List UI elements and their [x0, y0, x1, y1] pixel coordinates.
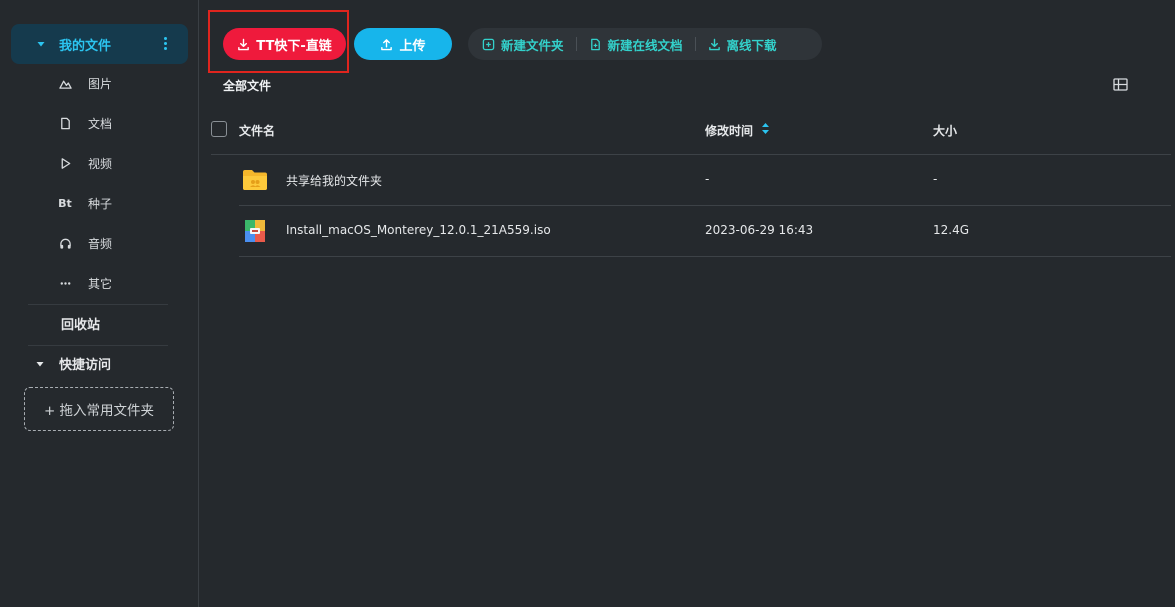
- sidebar-item-torrents[interactable]: Bt 种子: [55, 183, 175, 223]
- new-folder-label: 新建文件夹: [501, 37, 564, 53]
- image-icon: [55, 75, 75, 91]
- offline-download-button[interactable]: 离线下载: [708, 35, 777, 54]
- sort-icon[interactable]: [761, 122, 770, 135]
- file-name[interactable]: Install_macOS_Monterey_12.0.1_21A559.iso: [286, 223, 551, 237]
- app-root: 我的文件 图片 文档 视频 Bt 种子 音频 其它 回收站 快捷访问 + 拖入常…: [0, 0, 1175, 607]
- sidebar-item-label: 其它: [88, 276, 113, 291]
- video-play-icon: [55, 155, 75, 171]
- divider: [28, 345, 168, 346]
- separator: [694, 37, 696, 51]
- sidebar-item-label: 种子: [88, 196, 113, 211]
- file-plus-icon: [590, 38, 600, 50]
- archive-file-icon: [245, 220, 265, 242]
- download-icon: [238, 38, 250, 50]
- breadcrumb[interactable]: 全部文件: [223, 77, 271, 94]
- sidebar-item-label: 文档: [88, 116, 113, 131]
- download-icon: [708, 38, 720, 50]
- caret-down-icon: [36, 361, 44, 366]
- upload-icon: [381, 38, 393, 50]
- new-online-doc-label: 新建在线文档: [607, 37, 683, 53]
- sidebar: 我的文件 图片 文档 视频 Bt 种子 音频 其它 回收站 快捷访问 + 拖入常…: [0, 0, 199, 607]
- sidebar-item-others[interactable]: 其它: [55, 263, 175, 303]
- torrent-icon: Bt: [58, 196, 72, 210]
- sidebar-item-images[interactable]: 图片: [55, 63, 175, 103]
- more-dots-icon: [55, 275, 75, 291]
- quick-access-label: 快捷访问: [59, 358, 112, 373]
- sidebar-item-label: 我的文件: [59, 38, 112, 54]
- sidebar-item-recycle-bin[interactable]: 回收站: [61, 314, 100, 333]
- file-modified: 2023-06-29 16:43: [705, 223, 814, 237]
- upload-button-label: 上传: [399, 38, 426, 54]
- sidebar-item-documents[interactable]: 文档: [55, 103, 175, 143]
- document-icon: [55, 115, 75, 131]
- sidebar-item-videos[interactable]: 视频: [55, 143, 175, 183]
- shared-folder-icon: [243, 170, 267, 190]
- column-header-name[interactable]: 文件名: [239, 122, 275, 139]
- file-size: 12.4G: [933, 223, 970, 237]
- quick-access-header[interactable]: 快捷访问: [36, 354, 111, 373]
- column-header-modified[interactable]: 修改时间: [705, 122, 753, 139]
- separator: [575, 37, 577, 51]
- tt-direct-link-button[interactable]: TT快下-直链: [223, 28, 346, 60]
- file-modified: -: [705, 172, 710, 186]
- sidebar-item-audio[interactable]: 音频: [55, 223, 175, 263]
- sidebar-item-label: 音频: [88, 236, 113, 251]
- drop-zone-add-folder[interactable]: + 拖入常用文件夹: [24, 387, 174, 431]
- action-group: 新建文件夹 新建在线文档 离线下载: [468, 28, 822, 60]
- select-all-checkbox[interactable]: [211, 121, 227, 137]
- caret-down-icon: [37, 42, 45, 47]
- table-header: 文件名 修改时间 大小: [211, 111, 1171, 155]
- grid-view-icon[interactable]: [1113, 78, 1128, 91]
- file-name[interactable]: 共享给我的文件夹: [286, 172, 382, 189]
- more-vertical-icon[interactable]: [164, 37, 168, 51]
- new-folder-button[interactable]: 新建文件夹: [482, 35, 564, 54]
- sidebar-item-label: 图片: [88, 76, 113, 91]
- sidebar-item-label: 视频: [88, 156, 113, 171]
- tt-button-label: TT快下-直链: [256, 38, 332, 54]
- new-online-doc-button[interactable]: 新建在线文档: [589, 35, 683, 54]
- column-header-size[interactable]: 大小: [933, 122, 957, 139]
- offline-download-label: 离线下载: [726, 37, 777, 53]
- file-size: -: [933, 172, 938, 186]
- folder-plus-icon: [482, 38, 495, 50]
- headphones-icon: [55, 235, 75, 251]
- sidebar-item-my-files[interactable]: 我的文件: [11, 24, 188, 64]
- divider: [28, 304, 168, 305]
- table-row[interactable]: Install_macOS_Monterey_12.0.1_21A559.iso…: [239, 206, 1171, 257]
- upload-button[interactable]: 上传: [354, 28, 452, 60]
- table-row[interactable]: 共享给我的文件夹 - -: [239, 155, 1171, 206]
